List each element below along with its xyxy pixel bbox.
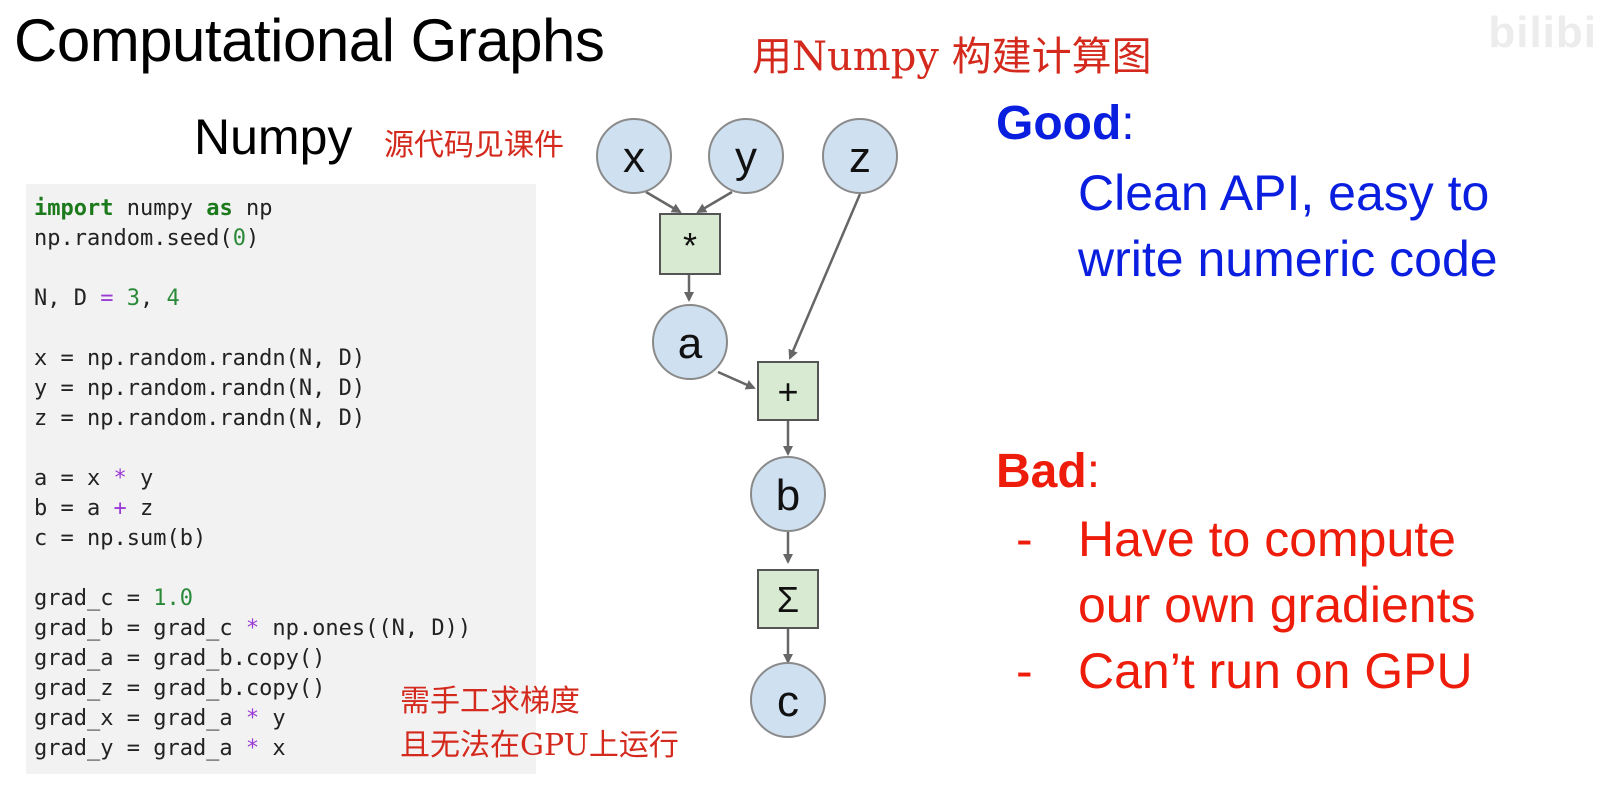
op-multiply-label: * [683,225,697,266]
code-token: N, D [34,286,101,311]
code-token: z [126,496,154,521]
op-multiply: * [659,213,721,275]
code-line: b = a + z [34,494,471,524]
code-line: N, D = 3, 4 [34,284,471,314]
bad-item-gradients: - Have to compute our own gradients [1016,506,1576,638]
node-x-label: x [623,133,645,182]
code-line: grad_c = 1.0 [34,584,471,614]
bad-item-gpu: - Can’t run on GPU [1016,638,1576,704]
edge-a-add [717,370,756,390]
code-token: y [259,706,286,731]
code-token: c = np.sum(b) [34,526,207,551]
good-line-1: Clean API, easy to [1078,165,1490,221]
code-token: y = np.random.randn(N, D) [34,376,366,401]
code-line: grad_a = grad_b.copy() [34,644,471,674]
code-token: grad_x = grad_a [34,706,246,731]
bilibili-watermark: bilibi [1488,8,1597,57]
code-token: x = np.random.randn(N, D) [34,346,366,371]
code-line: y = np.random.randn(N, D) [34,374,471,404]
code-token: grad_z = grad_b.copy() [34,676,326,701]
bullet-dash: - [1016,511,1033,567]
code-token-op: * [245,736,260,761]
code-token-op: * [245,706,260,731]
good-colon: : [1121,97,1135,150]
code-line: x = np.random.randn(N, D) [34,344,471,374]
good-description: Clean API, easy to write numeric code [1078,160,1578,292]
code-token: grad_b = grad_c [34,616,246,641]
code-token-op: + [113,496,127,521]
code-token: np [232,196,273,221]
code-token: grad_a = grad_b.copy() [34,646,326,671]
code-token-num: 3 [126,286,140,311]
bullet-dash: - [1016,643,1033,699]
good-heading: Good: [996,96,1135,151]
code-token: b = a [34,496,114,521]
code-token-num: 0 [232,226,246,251]
node-c: c [750,662,826,738]
code-token: a = x [34,466,114,491]
code-line: z = np.random.randn(N, D) [34,404,471,434]
node-b-label: b [776,471,800,520]
code-token-kw: as [206,196,233,221]
code-token: np.ones((N, D)) [259,616,472,641]
computational-graph: x y z a b c * + Σ [596,118,898,738]
numpy-code: import numpy as np np.random.seed(0) N, D… [34,194,471,764]
bad-list: - Have to compute our own gradients - Ca… [1016,506,1576,704]
good-label: Good [996,97,1122,150]
node-b: b [750,456,826,532]
code-line: c = np.sum(b) [34,524,471,554]
node-a-label: a [678,319,703,368]
code-token-num: 1.0 [153,586,193,611]
code-token: grad_c = [34,586,154,611]
node-x: x [596,118,672,194]
code-token: grad_y = grad_a [34,736,246,761]
code-token: y [126,466,154,491]
code-token-op: * [245,616,260,641]
code-token: z = np.random.randn(N, D) [34,406,366,431]
op-add: + [757,361,819,421]
code-line: np.random.seed(0) [34,224,471,254]
code-line: import numpy as np [34,194,471,224]
op-sum: Σ [757,569,819,629]
code-token: numpy [113,196,207,221]
edge-x-mul [645,190,682,214]
code-line: grad_b = grad_c * np.ones((N, D)) [34,614,471,644]
code-token: np.random.seed( [34,226,233,251]
bad-colon: : [1086,445,1101,498]
code-token-op: * [113,466,127,491]
op-add-label: + [777,371,798,412]
code-token: ) [245,226,260,251]
edge-z-add [788,193,862,360]
code-line: a = x * y [34,464,471,494]
node-z: z [822,118,898,194]
node-c-label: c [777,677,799,726]
code-token: , [139,286,167,311]
code-token-op: = [100,286,114,311]
code-token-kw: import [34,196,114,221]
edge-y-mul [696,190,733,214]
op-sum-label: Σ [777,579,799,620]
node-y-label: y [735,133,757,182]
code-token-num: 4 [166,286,180,311]
handwritten-title-annotation: 用Numpy 构建计算图 [752,34,1152,80]
handwritten-source-annotation: 源代码见课件 [384,128,564,163]
slide-title: Computational Graphs [14,7,605,74]
node-y: y [708,118,784,194]
node-z-label: z [849,133,871,182]
node-a: a [652,304,728,380]
code-token: x [259,736,286,761]
bad-label: Bad [996,445,1087,498]
good-line-2: write numeric code [1078,231,1498,287]
bad-item-line: our own gradients [1078,577,1476,633]
bad-item-line: Have to compute [1078,511,1456,567]
bad-item-line: Can’t run on GPU [1078,643,1473,699]
bad-heading: Bad: [996,444,1100,499]
numpy-label: Numpy [194,109,353,165]
